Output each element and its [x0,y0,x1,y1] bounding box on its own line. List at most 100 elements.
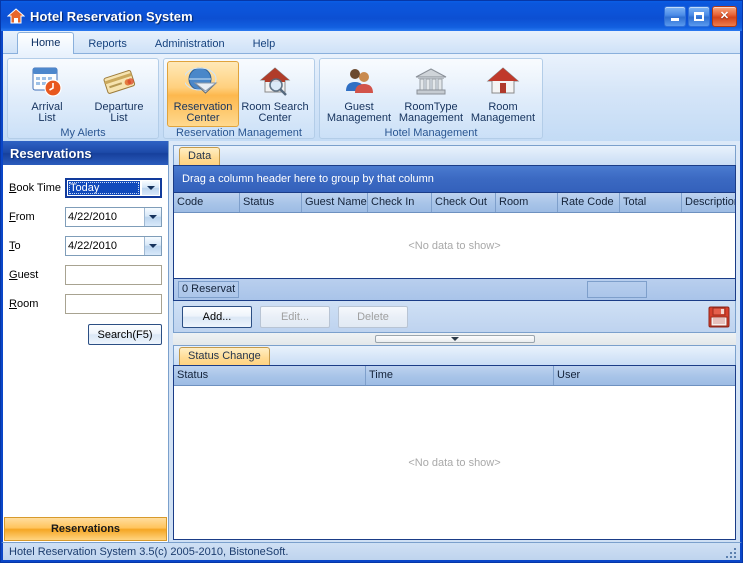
status-bar-text: Hotel Reservation System 3.5(c) 2005-201… [9,545,289,558]
window-title: Hotel Reservation System [30,8,193,24]
delete-button[interactable]: Delete [338,305,408,328]
from-date-combo[interactable]: 4/22/2010 [65,206,162,227]
ribbon-button-room-management[interactable]: Room Management [467,61,539,127]
maximize-icon [694,11,704,21]
status-change-grid: Status Time User <No data to show> [173,365,736,540]
ribbon-button-label: Departure List [94,101,144,124]
resize-grip-icon[interactable] [724,545,738,559]
column-header-check-out[interactable]: Check Out [432,193,496,212]
chevron-down-icon[interactable] [144,236,161,255]
ribbon-button-departure-list[interactable]: Departure List [83,61,155,127]
edit-button[interactable]: Edit... [260,305,330,328]
search-button-row: Search(F5) [9,318,162,345]
reservation-search-form: Book Time Today From 4/22/2010 To 4/22/2… [3,165,168,345]
from-date-value: 4/22/2010 [68,210,117,223]
ribbon-tab-home[interactable]: Home [17,32,75,54]
ribbon-group-my-alerts: Arrival List Departure List My Alerts [7,58,159,139]
reservations-grid: Drag a column header here to group by th… [173,165,736,301]
grid-total-cell [587,281,647,298]
ribbon-content: Arrival List Departure List My Alerts Re… [3,53,740,141]
ribbon-button-label: RoomType Management [398,101,464,124]
minimize-icon [671,17,679,21]
to-date-value: 4/22/2010 [68,239,117,252]
column-header-description[interactable]: Description [682,193,735,212]
column-header-total[interactable]: Total [620,193,682,212]
tab-data[interactable]: Data [179,147,221,165]
ribbon-button-label: Arrival List [31,101,63,124]
status-tab-strip: Status Change [173,345,736,365]
ribbon-group-reservation-management: Reservation Center Room Search Center Re… [163,58,315,139]
column-header-user[interactable]: User [554,366,735,385]
field-row-book-time: Book Time Today [9,173,162,202]
ribbon-tab-strip: Home Reports Administration Help [3,31,740,54]
ribbon-button-label: Reservation Center [173,101,233,124]
window-controls: ✕ [664,5,739,27]
column-header-rate-code[interactable]: Rate Code [558,193,620,212]
ribbon-button-room-search-center[interactable]: Room Search Center [239,61,311,127]
guest-label: Guest [9,268,39,281]
house-magnifier-icon [257,65,293,99]
field-row-from: From 4/22/2010 [9,202,162,231]
grid-column-headers: Code Status Guest Name Check In Check Ou… [174,193,735,213]
book-time-combo[interactable]: Today [65,177,162,198]
column-header-status[interactable]: Status [240,193,302,212]
chevron-down-icon[interactable] [144,207,161,226]
splitter-collapse-handle[interactable] [374,335,535,343]
floppy-disk-icon[interactable] [707,305,731,329]
guest-input[interactable] [65,264,162,285]
ribbon: Home Reports Administration Help Arrival… [1,31,742,141]
reservations-sidebar: Reservations Book Time Today From 4/22/2… [3,141,169,542]
client-area: Reservations Book Time Today From 4/22/2… [1,141,742,542]
status-grid-empty-message: <No data to show> [408,456,501,469]
ribbon-button-reservation-center[interactable]: Reservation Center [167,61,239,127]
field-row-guest: Guest [9,260,162,289]
add-button[interactable]: Add... [182,305,252,328]
globe-envelope-icon [183,65,221,99]
search-button[interactable]: Search(F5) [88,324,162,345]
ribbon-group-label: Reservation Management [176,127,302,139]
column-header-code[interactable]: Code [174,193,240,212]
column-header-room[interactable]: Room [496,193,558,212]
ribbon-button-arrival-list[interactable]: Arrival List [11,61,83,127]
data-tab-panel: Data Drag a column header here to group … [173,145,736,345]
bank-icon [413,65,449,99]
house-icon [6,7,26,25]
field-row-room: Room [9,289,162,318]
ribbon-button-label: Room Search Center [241,101,309,124]
grid-empty-message: <No data to show> [408,239,501,252]
sidebar-blank-area [3,345,168,517]
ribbon-button-roomtype-management[interactable]: RoomType Management [395,61,467,127]
column-header-guest-name[interactable]: Guest Name [302,193,368,212]
ribbon-tab-help[interactable]: Help [239,33,290,54]
to-date-combo[interactable]: 4/22/2010 [65,235,162,256]
status-grid-rows-area[interactable]: <No data to show> [174,386,735,539]
grid-rows-area[interactable]: <No data to show> [174,213,735,278]
column-header-time[interactable]: Time [366,366,554,385]
book-time-label: Book Time [9,181,61,194]
room-label: Room [9,297,39,310]
users-icon [341,65,377,99]
maximize-button[interactable] [688,5,710,27]
status-grid-column-headers: Status Time User [174,366,735,386]
ribbon-button-guest-management[interactable]: Guest Management [323,61,395,127]
ribbon-tab-reports[interactable]: Reports [74,33,141,54]
chevron-down-icon [450,337,459,341]
chevron-down-icon[interactable] [142,180,159,195]
to-label: To [9,239,21,252]
column-header-check-in[interactable]: Check In [368,193,432,212]
close-button[interactable]: ✕ [712,5,737,27]
field-row-to: To 4/22/2010 [9,231,162,260]
column-header-status[interactable]: Status [174,366,366,385]
group-by-drop-area[interactable]: Drag a column header here to group by th… [174,166,735,193]
room-input[interactable] [65,293,162,314]
horizontal-splitter[interactable] [173,333,736,345]
ribbon-tab-administration[interactable]: Administration [141,33,239,54]
application-window: Hotel Reservation System ✕ Home Reports … [0,0,743,563]
sidebar-nav-reservations[interactable]: Reservations [4,517,167,541]
minimize-button[interactable] [664,5,686,27]
book-time-value: Today [68,180,140,195]
title-bar: Hotel Reservation System ✕ [1,1,742,31]
record-action-bar: Add... Edit... Delete [173,301,736,333]
close-icon: ✕ [719,9,730,22]
tab-status-change[interactable]: Status Change [179,347,270,365]
